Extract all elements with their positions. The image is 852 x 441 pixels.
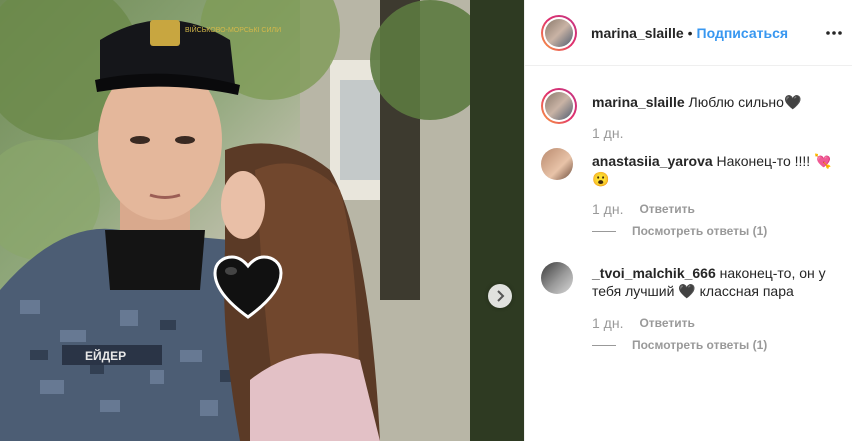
reply-button[interactable]: Ответить <box>639 202 694 216</box>
black-heart-sticker <box>213 255 283 319</box>
view-replies-label: Посмотреть ответы (1) <box>632 338 768 352</box>
caption-body: Люблю сильно🖤 <box>688 94 802 110</box>
caption-time[interactable]: 1 дн. <box>592 125 623 141</box>
post-photo[interactable]: ВІЙСЬКОВО-МОРСЬКІ СИЛИ ЕЙДЕР <box>0 0 524 441</box>
replies-line <box>592 344 616 346</box>
comment-item: anastasiia_yarova Наконец-то !!!! 💘 😮 1 … <box>541 148 841 248</box>
commenter-avatar[interactable] <box>541 148 573 180</box>
header-separator: • <box>687 24 693 41</box>
follow-button[interactable]: Подписаться <box>697 25 789 41</box>
comment-meta: 1 дн. Ответить <box>592 201 695 217</box>
commenter-avatar[interactable] <box>541 262 573 294</box>
comment-time[interactable]: 1 дн. <box>592 315 623 331</box>
photo-illustration: ВІЙСЬКОВО-МОРСЬКІ СИЛИ ЕЙДЕР <box>0 0 524 441</box>
more-options-icon[interactable] <box>825 24 843 42</box>
replies-line <box>592 230 616 232</box>
comment-meta: 1 дн. Ответить <box>592 315 695 331</box>
next-photo-button[interactable] <box>488 284 512 308</box>
post-details-panel: marina_slaille • Подписаться marina_slai… <box>524 0 852 441</box>
caption-username[interactable]: marina_slaille <box>592 94 685 110</box>
comment-text: anastasiia_yarova Наконец-то !!!! 💘 😮 <box>592 152 842 188</box>
view-replies-button[interactable]: Посмотреть ответы (1) <box>592 338 767 352</box>
chevron-right-icon <box>497 290 505 302</box>
commenter-username[interactable]: _tvoi_malchik_666 <box>592 265 716 281</box>
reply-button[interactable]: Ответить <box>639 316 694 330</box>
name-patch-text: ЕЙДЕР <box>85 348 126 363</box>
commenter-username[interactable]: anastasiia_yarova <box>592 153 713 169</box>
author-username[interactable]: marina_slaille <box>591 25 684 41</box>
comment-text: _tvoi_malchik_666 наконец-то, он у тебя … <box>592 264 842 300</box>
view-replies-button[interactable]: Посмотреть ответы (1) <box>592 224 767 238</box>
author-avatar-image <box>545 18 573 47</box>
caption-avatar[interactable] <box>541 88 577 124</box>
author-avatar[interactable] <box>541 14 577 51</box>
post-header: marina_slaille • Подписаться <box>525 0 852 66</box>
cap-badge-text: ВІЙСЬКОВО-МОРСЬКІ СИЛИ <box>185 25 281 34</box>
comment-item: _tvoi_malchik_666 наконец-то, он у тебя … <box>541 262 841 362</box>
view-replies-label: Посмотреть ответы (1) <box>632 224 768 238</box>
caption-avatar-image <box>545 92 573 120</box>
comment-time[interactable]: 1 дн. <box>592 201 623 217</box>
caption-text: marina_slaille Люблю сильно🖤 <box>592 93 842 111</box>
